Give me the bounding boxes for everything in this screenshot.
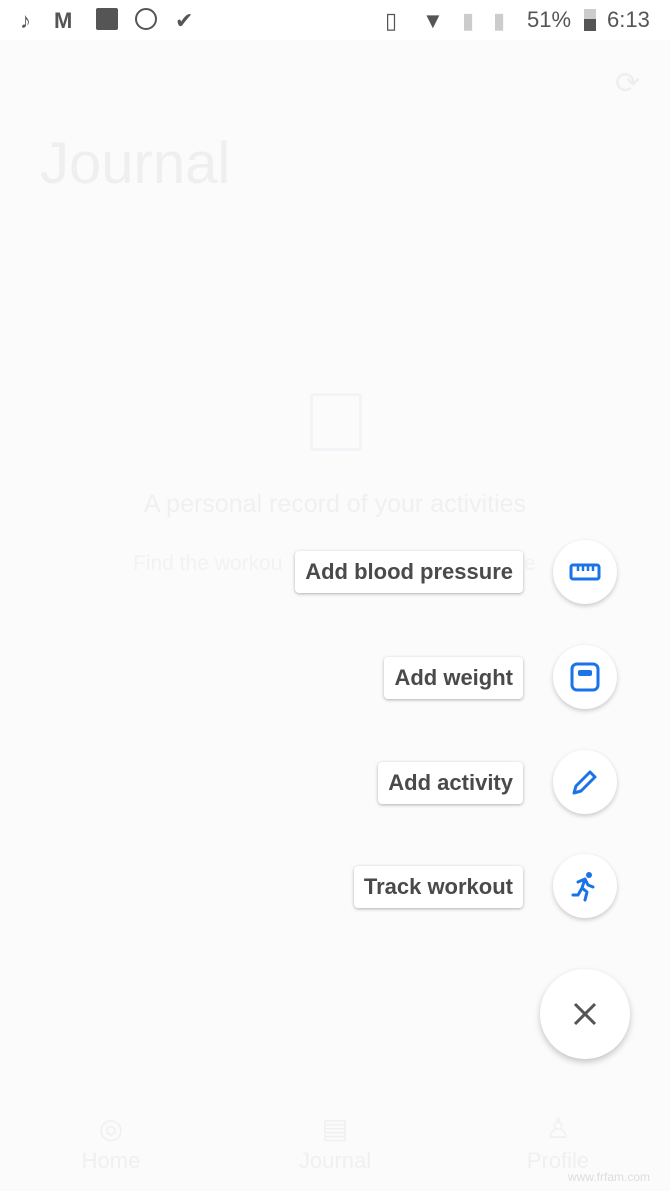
- image-icon: [96, 8, 118, 30]
- empty-subtext-end: e: [524, 552, 536, 575]
- status-bar: ♪ M ✔ ▯ ▼ ▮ ▮ 51% 6:13: [0, 0, 670, 40]
- tiktok-icon: ♪: [20, 8, 31, 33]
- clipboard-icon: ▤: [321, 1113, 349, 1144]
- no-sim-icon: ▮: [462, 8, 475, 33]
- m-app-icon: M: [54, 8, 73, 33]
- battery-percent: 51%: [527, 7, 572, 32]
- running-icon: [571, 872, 595, 902]
- page-title: Journal: [40, 131, 231, 196]
- no-sim-icon: ▮: [493, 8, 506, 33]
- blood-pressure-icon: [569, 563, 601, 581]
- battery-icon: [584, 9, 596, 31]
- add-blood-pressure-button[interactable]: [553, 540, 617, 604]
- clock: 6:13: [607, 7, 650, 32]
- nav-profile[interactable]: ♙ Profile: [498, 1112, 618, 1174]
- empty-subtext: Find the workou: [133, 552, 283, 575]
- scale-icon: [570, 662, 600, 692]
- nav-journal-label: Journal: [298, 1148, 372, 1173]
- nav-home-label: Home: [81, 1148, 141, 1173]
- pencil-icon: [572, 770, 597, 795]
- add-weight-button[interactable]: [553, 645, 617, 709]
- person-icon: ♙: [545, 1113, 571, 1144]
- add-activity-button[interactable]: [553, 750, 617, 814]
- close-icon: [573, 1002, 597, 1026]
- wifi-icon: ▼: [422, 8, 444, 33]
- clipboard-icon: [310, 393, 362, 451]
- close-fab-button[interactable]: [540, 969, 630, 1059]
- home-icon: ◎: [98, 1113, 124, 1144]
- track-workout-label[interactable]: Track workout: [353, 866, 523, 908]
- add-activity-label[interactable]: Add activity: [378, 762, 523, 804]
- nav-journal[interactable]: ▤ Journal: [275, 1112, 395, 1174]
- watermark: www.frfam.com: [567, 1170, 650, 1184]
- sync-icon[interactable]: ⟳: [615, 66, 640, 101]
- nav-home[interactable]: ◎ Home: [51, 1112, 171, 1174]
- track-workout-button[interactable]: [553, 854, 617, 918]
- vibrate-icon: ▯: [385, 8, 398, 33]
- navigation-icon: [135, 8, 157, 30]
- empty-heading: A personal record of your activities: [143, 490, 527, 518]
- checkmark-app-icon: ✔: [175, 8, 194, 33]
- add-blood-pressure-label[interactable]: Add blood pressure: [295, 551, 523, 593]
- add-weight-label[interactable]: Add weight: [384, 657, 523, 699]
